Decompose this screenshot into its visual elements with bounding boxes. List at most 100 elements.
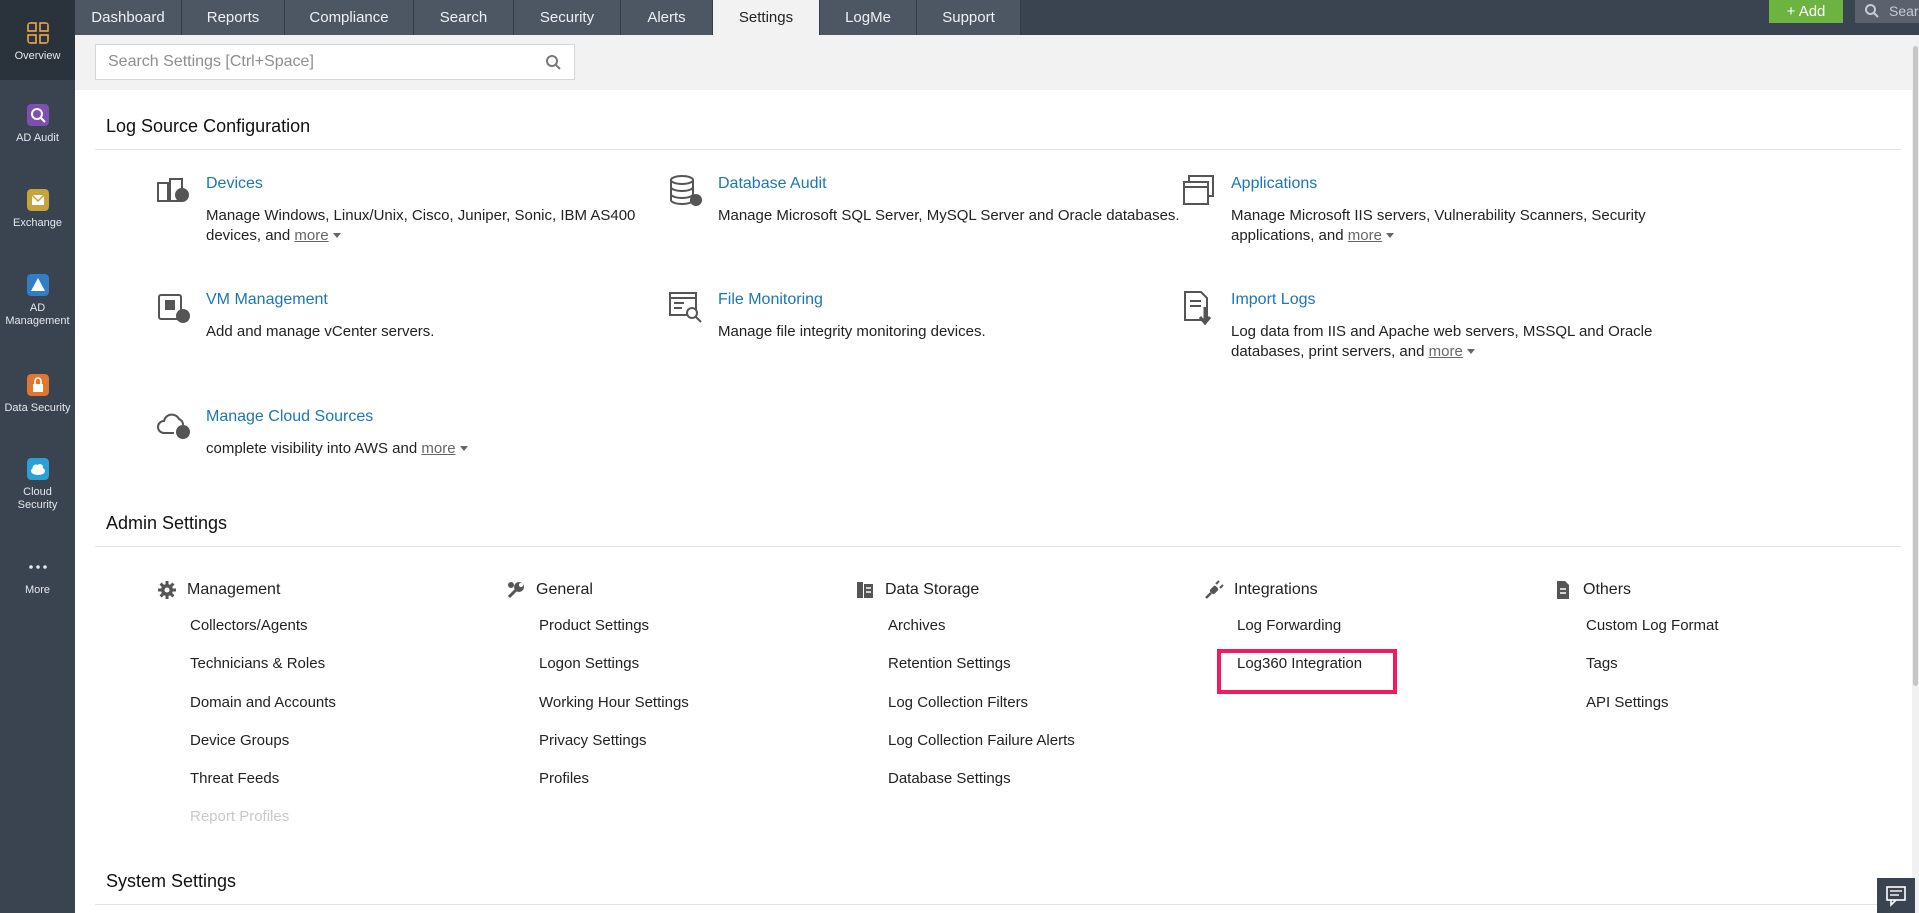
- more-link[interactable]: more: [1429, 343, 1463, 360]
- source-title[interactable]: Manage Cloud Sources: [206, 408, 373, 426]
- settings-search-box: [95, 44, 575, 80]
- rail-label: More: [24, 584, 51, 596]
- admin-link-log-collection-failure-alerts[interactable]: Log Collection Failure Alerts: [888, 731, 1185, 769]
- exchange-icon: [26, 189, 49, 211]
- divider: [95, 149, 1901, 150]
- tab-alerts[interactable]: Alerts: [621, 0, 713, 35]
- more-link[interactable]: more: [421, 440, 455, 457]
- admin-link-privacy-settings[interactable]: Privacy Settings: [539, 731, 836, 769]
- log-source-title: Log Source Configuration: [106, 116, 311, 136]
- rail-item-ad-audit[interactable]: AD Audit: [0, 104, 75, 145]
- ad-management-icon: [26, 274, 49, 296]
- rail-label: Exchange: [13, 217, 62, 229]
- search-icon: [1865, 4, 1879, 18]
- admin-link-profiles[interactable]: Profiles: [539, 769, 836, 807]
- source-desc: Manage Windows, Linux/Unix, Cisco, Junip…: [206, 207, 636, 244]
- rail-label: Data Security: [4, 402, 71, 414]
- admin-link-archives[interactable]: Archives: [888, 616, 1185, 654]
- source-title[interactable]: VM Management: [206, 291, 328, 309]
- admin-column-data-storage: Data Storage Archives Retention Settings…: [855, 578, 1185, 807]
- source-desc: Manage Microsoft IIS servers, Vulnerabil…: [1231, 207, 1646, 244]
- system-settings-title: System Settings: [106, 871, 237, 891]
- global-search[interactable]: Search: [1855, 0, 1919, 23]
- tab-dashboard[interactable]: Dashboard: [75, 0, 182, 35]
- storage-icon: [857, 582, 873, 598]
- tab-reports[interactable]: Reports: [182, 0, 285, 35]
- rail-label: AD Management: [5, 302, 70, 327]
- tab-support[interactable]: Support: [917, 0, 1021, 35]
- admin-link-logon-settings[interactable]: Logon Settings: [539, 654, 836, 692]
- admin-link-collectors-agents[interactable]: Collectors/Agents: [190, 616, 487, 654]
- admin-link-device-groups[interactable]: Device Groups: [190, 731, 487, 769]
- applications-icon: [1183, 175, 1214, 205]
- admin-link-custom-log-format[interactable]: Custom Log Format: [1586, 616, 1883, 654]
- admin-settings-title: Admin Settings: [106, 513, 228, 533]
- source-import-logs: Import Logs Log data from IIS and Apache…: [1184, 291, 1701, 362]
- wrench-icon: [507, 582, 524, 599]
- column-head: General: [506, 578, 836, 602]
- tab-logme[interactable]: LogMe: [820, 0, 917, 35]
- admin-link-retention-settings[interactable]: Retention Settings: [888, 654, 1185, 692]
- settings-search-input[interactable]: [96, 45, 526, 79]
- overview-icon: [26, 22, 49, 44]
- chevron-down-icon: [332, 233, 341, 238]
- rail-item-ad-management[interactable]: AD Management: [0, 274, 75, 328]
- add-button[interactable]: + Add: [1769, 0, 1843, 23]
- admin-link-log-forwarding[interactable]: Log Forwarding: [1237, 616, 1534, 654]
- cloud-security-icon: [26, 458, 49, 480]
- source-title[interactable]: Devices: [206, 175, 263, 193]
- tab-security[interactable]: Security: [514, 0, 621, 35]
- database-icon: [670, 175, 702, 206]
- left-rail: Overview AD Audit Exchange AD Management…: [0, 0, 75, 913]
- admin-column-integrations: Integrations Log Forwarding Log360 Integ…: [1204, 578, 1534, 693]
- source-desc: Manage Microsoft SQL Server, MySQL Serve…: [718, 207, 1180, 224]
- source-title[interactable]: Database Audit: [718, 175, 827, 193]
- source-file-monitoring: File Monitoring Manage file integrity mo…: [669, 291, 1188, 342]
- more-link[interactable]: more: [1348, 227, 1382, 244]
- admin-link-api-settings[interactable]: API Settings: [1586, 693, 1883, 731]
- vm-icon: [158, 294, 190, 323]
- rail-item-more[interactable]: More: [0, 556, 75, 597]
- source-title[interactable]: File Monitoring: [718, 291, 823, 309]
- admin-link-working-hour-settings[interactable]: Working Hour Settings: [539, 693, 836, 731]
- search-icon[interactable]: [545, 54, 562, 71]
- admin-column-management: Management Collectors/Agents Technicians…: [157, 578, 487, 846]
- more-dots-icon: [28, 565, 47, 569]
- admin-link-log-collection-filters[interactable]: Log Collection Filters: [888, 693, 1185, 731]
- admin-link-database-settings[interactable]: Database Settings: [888, 769, 1185, 807]
- cloud-icon: [157, 413, 190, 439]
- source-manage-cloud: Manage Cloud Sources complete visibility…: [157, 408, 676, 459]
- admin-link-technicians-roles[interactable]: Technicians & Roles: [190, 654, 487, 692]
- column-head: Management: [157, 578, 487, 602]
- column-head: Others: [1553, 578, 1883, 602]
- source-desc: Add and manage vCenter servers.: [206, 323, 435, 340]
- source-title[interactable]: Import Logs: [1231, 291, 1315, 309]
- import-icon: [1184, 291, 1212, 325]
- admin-link-log360-integration[interactable]: Log360 Integration: [1237, 654, 1534, 692]
- admin-link-product-settings[interactable]: Product Settings: [539, 616, 836, 654]
- divider: [95, 904, 1901, 905]
- admin-link-tags[interactable]: Tags: [1586, 654, 1883, 692]
- source-desc: complete visibility into AWS and more: [206, 439, 676, 459]
- rail-item-overview[interactable]: Overview: [0, 0, 75, 80]
- rail-item-exchange[interactable]: Exchange: [0, 189, 75, 230]
- admin-column-general: General Product Settings Logon Settings …: [506, 578, 836, 807]
- chat-button[interactable]: [1877, 878, 1915, 913]
- rail-item-data-security[interactable]: Data Security: [0, 374, 75, 415]
- chat-icon: [1886, 886, 1906, 907]
- devices-icon: [157, 178, 189, 202]
- rail-item-cloud-security[interactable]: Cloud Security: [0, 458, 75, 512]
- more-link[interactable]: more: [294, 227, 328, 244]
- tab-compliance[interactable]: Compliance: [285, 0, 414, 35]
- source-database-audit: Database Audit Manage Microsoft SQL Serv…: [670, 175, 1188, 226]
- admin-link-threat-feeds[interactable]: Threat Feeds: [190, 769, 487, 807]
- global-search-placeholder: Search: [1889, 3, 1919, 19]
- scrollbar-thumb[interactable]: [1913, 46, 1918, 686]
- chevron-down-icon: [1385, 233, 1394, 238]
- tab-search[interactable]: Search: [414, 0, 514, 35]
- admin-link-domain-accounts[interactable]: Domain and Accounts: [190, 693, 487, 731]
- source-title[interactable]: Applications: [1231, 175, 1317, 193]
- admin-column-others: Others Custom Log Format Tags API Settin…: [1553, 578, 1883, 731]
- tab-settings[interactable]: Settings: [713, 0, 820, 35]
- source-desc: Manage file integrity monitoring devices…: [718, 323, 986, 340]
